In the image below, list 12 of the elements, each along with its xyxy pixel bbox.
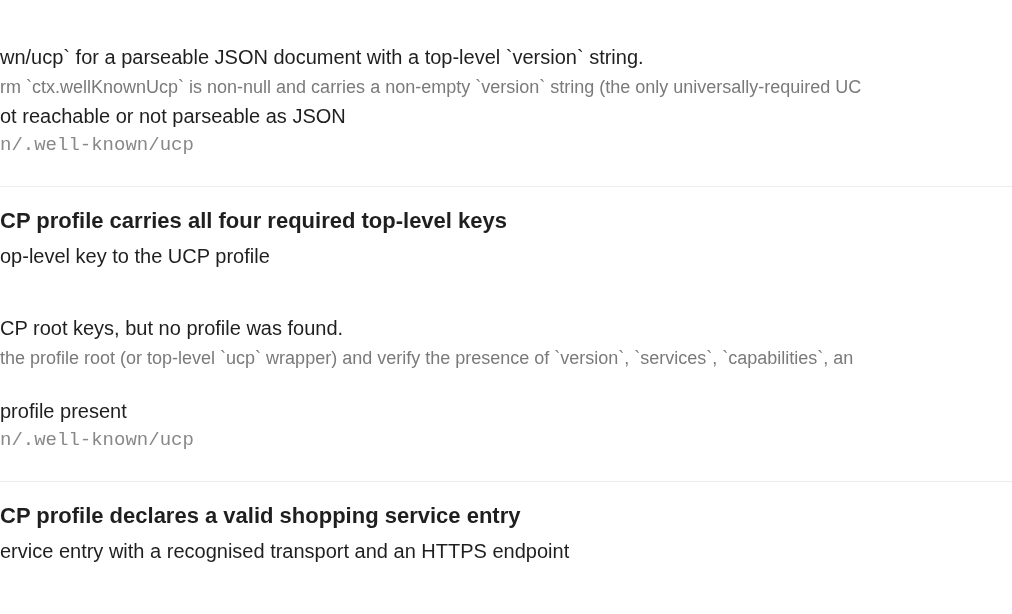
check-text: ot reachable or not parseable as JSON	[0, 104, 346, 129]
check-text: profile present	[0, 399, 127, 424]
check-title: CP profile carries all four required top-level keys	[0, 207, 507, 235]
hint-text: the profile root (or top-level `ucp` wrapper) and verify the presence of `version`, `services`, `capabilities`, an	[0, 347, 854, 370]
check-text: wn/ucp` for a parseable JSON document with a top-level `version` string.	[0, 45, 644, 70]
check-description: ervice entry with a recognised transport and an HTTPS endpoint	[0, 539, 570, 564]
hint-text: rm `ctx.wellKnownUcp` is non-null and carries a non-empty `version` string (the only universally-required UC	[0, 76, 862, 99]
check-description: op-level key to the UCP profile	[0, 244, 270, 269]
url-text: n/.well-known/ucp	[0, 133, 194, 158]
check-title: CP profile declares a valid shopping service entry	[0, 502, 521, 530]
check-text: CP root keys, but no profile was found.	[0, 316, 344, 341]
url-text: n/.well-known/ucp	[0, 428, 194, 453]
